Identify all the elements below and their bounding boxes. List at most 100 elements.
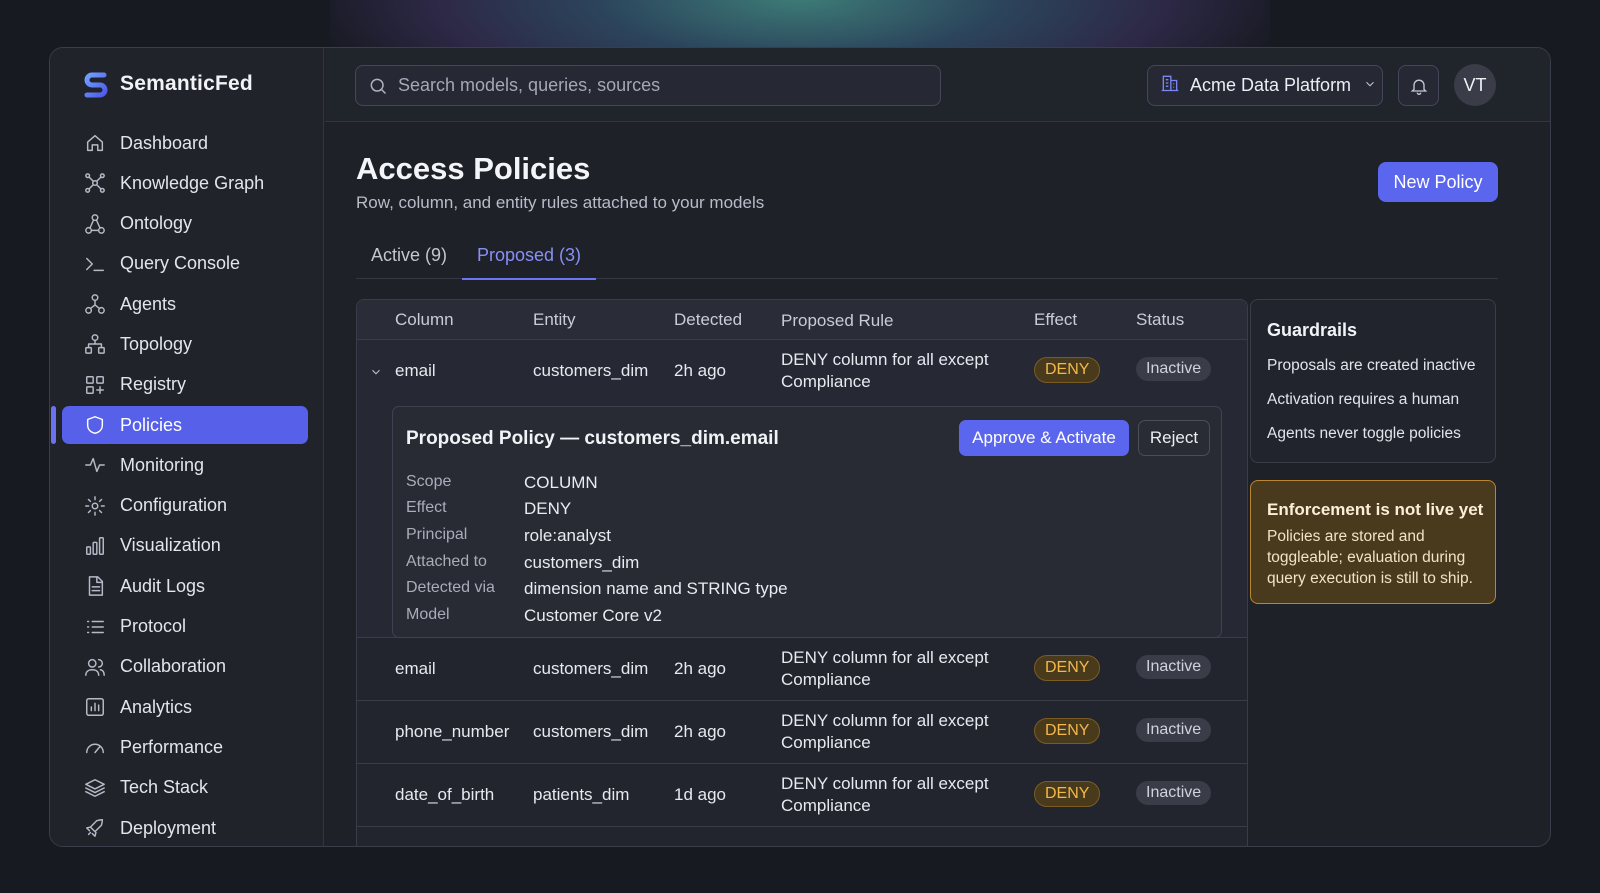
rule-line: Compliance <box>781 733 871 752</box>
effect-badge: DENY <box>1034 718 1101 744</box>
rocket-icon <box>84 817 106 839</box>
header-proposed-rule[interactable]: Proposed Rule <box>781 310 893 332</box>
graph-icon <box>84 172 106 194</box>
sidebar-item-visualization[interactable]: Visualization <box>62 527 308 565</box>
sidebar-item-topology[interactable]: Topology <box>62 325 308 363</box>
field-key: Principal <box>406 526 468 543</box>
cell-proposed-rule: DENY column for all except Compliance <box>781 647 989 691</box>
sidebar-item-label: Registry <box>120 374 187 395</box>
sidebar-item-performance[interactable]: Performance <box>62 728 308 766</box>
tab-proposed[interactable]: Proposed (3) <box>461 245 597 280</box>
sidebar-item-audit-logs[interactable]: Audit Logs <box>62 567 308 605</box>
sidebar-item-agents[interactable]: Agents <box>62 285 308 323</box>
sidebar-item-analytics[interactable]: Analytics <box>62 688 308 726</box>
sidebar-item-policies[interactable]: Policies <box>51 406 308 445</box>
policy-detail-panel: Proposed Policy — customers_dim.email Ap… <box>392 406 1222 638</box>
field-value: COLUMN <box>524 473 598 492</box>
header-detected[interactable]: Detected <box>674 310 742 330</box>
status-badge: Inactive <box>1136 655 1212 679</box>
effect-badge: DENY <box>1034 781 1101 807</box>
notifications-button[interactable] <box>1398 65 1439 106</box>
cell-detected: 2h ago <box>674 722 726 741</box>
sidebar-item-label: Topology <box>120 333 193 354</box>
brand-logo-icon <box>84 72 108 98</box>
sidebar-item-configuration[interactable]: Configuration <box>62 487 308 525</box>
header-effect[interactable]: Effect <box>1034 310 1077 330</box>
brand[interactable]: SemanticFed <box>82 70 253 98</box>
sidebar-item-knowledge-graph[interactable]: Knowledge Graph <box>62 164 308 202</box>
header-status[interactable]: Status <box>1136 310 1184 330</box>
field-key: Model <box>406 606 450 623</box>
registry-icon <box>84 374 106 396</box>
new-policy-button[interactable]: New Policy <box>1378 162 1498 202</box>
cell-proposed-rule: DENY column for all except Compliance <box>781 349 989 393</box>
sidebar-item-collaboration[interactable]: Collaboration <box>62 648 308 686</box>
org-selector[interactable]: Acme Data Platform <box>1147 65 1383 106</box>
warning-title: Enforcement is not live yet <box>1267 500 1484 519</box>
sidebar-item-label: Query Console <box>120 253 241 274</box>
terminal-icon <box>84 253 106 275</box>
sidebar-item-monitoring[interactable]: Monitoring <box>62 446 308 484</box>
sidebar-item-label: Ontology <box>120 213 193 234</box>
sidebar-item-dashboard[interactable]: Dashboard <box>62 124 308 162</box>
sidebar-item-label: Audit Logs <box>120 575 206 596</box>
page-subtitle: Row, column, and entity rules attached t… <box>356 193 765 212</box>
avatar[interactable]: VT <box>1454 64 1496 106</box>
sidebar-item-label: Monitoring <box>120 454 205 475</box>
effect-badge: DENY <box>1034 357 1101 383</box>
shield-icon <box>84 414 106 436</box>
field-key: Detected via <box>406 579 495 596</box>
agents-icon <box>84 293 106 315</box>
sidebar-item-ontology[interactable]: Ontology <box>62 205 308 243</box>
guardrails-title: Guardrails <box>1267 320 1358 340</box>
cell-column: email <box>395 361 436 380</box>
sidebar-item-deployment[interactable]: Deployment <box>62 809 308 846</box>
rule-line: Compliance <box>781 670 871 689</box>
field-key: Attached to <box>406 553 487 570</box>
sidebar: SemanticFed Dashboard Knowledge Graph On… <box>50 48 324 846</box>
field-value: Customer Core v2 <box>524 606 662 625</box>
bar-chart-icon <box>84 535 106 557</box>
search-icon <box>370 78 387 94</box>
guardrail-item: Proposals are created inactive <box>1267 357 1476 374</box>
cell-entity: customers_dim <box>533 361 649 380</box>
users-icon <box>84 656 106 678</box>
table-row[interactable]: email customers_dim 2h ago DENY column f… <box>357 340 1247 638</box>
search-bar[interactable] <box>355 65 941 106</box>
home-icon <box>84 132 106 154</box>
table-row[interactable]: date_of_birth patients_dim 1d ago DENY c… <box>357 764 1247 827</box>
sidebar-item-tech-stack[interactable]: Tech Stack <box>62 769 308 807</box>
pulse-icon <box>84 454 106 476</box>
sidebar-item-label: Agents <box>120 293 177 314</box>
search-input[interactable] <box>398 75 918 96</box>
rule-line: DENY column for all except <box>781 648 989 667</box>
guardrail-item: Activation requires a human <box>1267 391 1460 408</box>
org-name: Acme Data Platform <box>1190 75 1352 95</box>
sidebar-item-query-console[interactable]: Query Console <box>62 245 308 283</box>
header-entity[interactable]: Entity <box>533 310 576 330</box>
approve-activate-button[interactable]: Approve & Activate <box>959 420 1129 456</box>
header-column[interactable]: Column <box>395 310 454 330</box>
table-row[interactable]: email customers_dim 2h ago DENY column f… <box>357 638 1247 701</box>
sidebar-item-label: Dashboard <box>120 132 209 153</box>
table-row[interactable]: phone_number customers_dim 2h ago DENY c… <box>357 701 1247 764</box>
reject-button[interactable]: Reject <box>1138 420 1210 456</box>
building-icon <box>1160 73 1180 98</box>
tabs: Active (9) Proposed (3) <box>356 233 1498 280</box>
cell-column: email <box>395 659 436 678</box>
cell-column: date_of_birth <box>395 785 495 804</box>
sidebar-item-registry[interactable]: Registry <box>62 366 308 404</box>
proposed-policies-table: Column Entity Detected Proposed Rule Eff… <box>356 299 1248 846</box>
topbar: Acme Data Platform VT <box>325 48 1550 122</box>
cell-detected: 1d ago <box>674 785 726 804</box>
tab-active[interactable]: Active (9) <box>371 245 447 279</box>
main-content: Access Policies Row, column, and entity … <box>325 123 1550 846</box>
effect-badge: DENY <box>1034 655 1101 681</box>
rule-line: Compliance <box>781 796 871 815</box>
guardrail-item: Agents never toggle policies <box>1267 425 1461 442</box>
sidebar-item-label: Knowledge Graph <box>120 172 265 193</box>
field-key: Scope <box>406 473 452 490</box>
chevron-down-icon[interactable] <box>369 364 383 384</box>
sidebar-item-protocol[interactable]: Protocol <box>62 608 308 646</box>
cell-entity: customers_dim <box>533 659 649 678</box>
